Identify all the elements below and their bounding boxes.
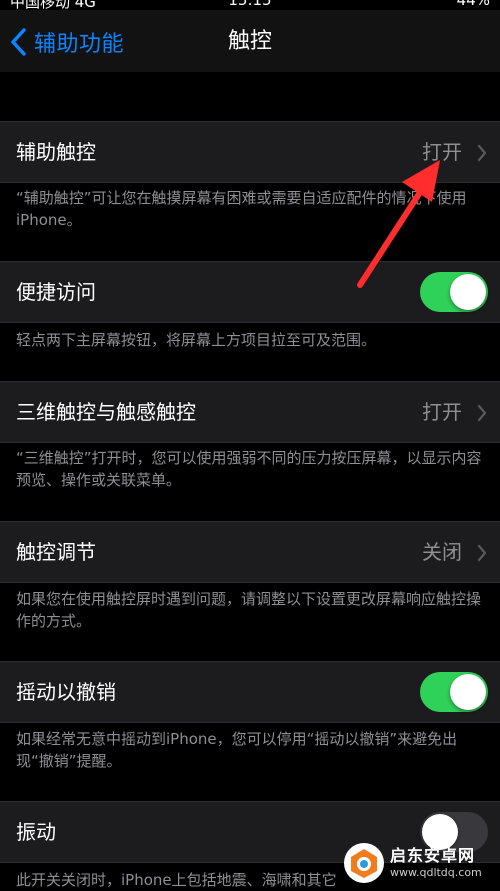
watermark: 启东安卓网 www.qdltdq.com <box>344 841 492 885</box>
row-footer-reachability: 轻点两下主屏幕按钮，将屏幕上方项目拉至可及范围。 <box>16 331 377 349</box>
row-value: 关闭 <box>422 540 462 564</box>
row-footer-touch-accommodations: 如果您在使用触控屏时遇到问题，请调整以下设置更改屏幕响应触控操作的方式。 <box>16 590 482 630</box>
watermark-name: 启东安卓网 <box>390 846 476 865</box>
row-assistive-touch[interactable]: 辅助触控 打开 <box>0 121 500 183</box>
row-title: 辅助触控 <box>16 140 96 164</box>
row-title: 触控调节 <box>16 540 96 564</box>
back-button[interactable]: 辅助功能 <box>8 24 124 60</box>
chevron-right-icon <box>477 144 487 162</box>
row-touch-accommodations[interactable]: 触控调节 关闭 <box>0 521 500 583</box>
shake-to-undo-toggle[interactable] <box>420 672 488 712</box>
row-3d-touch[interactable]: 三维触控与触感触控 打开 <box>0 381 500 443</box>
status-bar: 中国移动 4G 15:15 44% <box>0 0 500 10</box>
navigation-bar: 辅助功能 触控 <box>0 10 500 72</box>
battery-label: 44% <box>456 0 490 9</box>
chevron-right-icon <box>477 544 487 562</box>
watermark-url: www.qdltdq.com <box>390 866 482 879</box>
watermark-logo-icon <box>344 843 384 883</box>
row-value: 打开 <box>422 400 462 424</box>
toggle-knob <box>450 274 486 310</box>
row-title: 三维触控与触感触控 <box>16 400 196 424</box>
row-shake-to-undo: 摇动以撤销 <box>0 661 500 723</box>
row-footer-assistive-touch: “辅助触控”可让您在触摸屏幕有困难或需要自适应配件的情况下使用iPhone。 <box>16 189 467 229</box>
chevron-left-icon <box>11 28 26 56</box>
row-footer-3d-touch: “三维触控”打开时，您可以使用强弱不同的压力按压屏幕，以显示内容预览、操作或关联… <box>16 449 482 489</box>
row-title: 摇动以撤销 <box>16 680 116 704</box>
toggle-knob <box>450 674 486 710</box>
row-footer-shake-to-undo: 如果经常无意中摇动到iPhone，您可以停用“摇动以撤销”来避免出现“撤销”提醒… <box>16 730 458 770</box>
status-time: 15:15 <box>228 0 272 9</box>
row-title: 振动 <box>16 820 56 844</box>
reachability-toggle[interactable] <box>420 272 488 312</box>
row-title: 便捷访问 <box>16 280 96 304</box>
row-reachability: 便捷访问 <box>0 261 500 323</box>
row-value: 打开 <box>422 140 462 164</box>
chevron-right-icon <box>477 404 487 422</box>
back-button-label: 辅助功能 <box>34 32 125 57</box>
